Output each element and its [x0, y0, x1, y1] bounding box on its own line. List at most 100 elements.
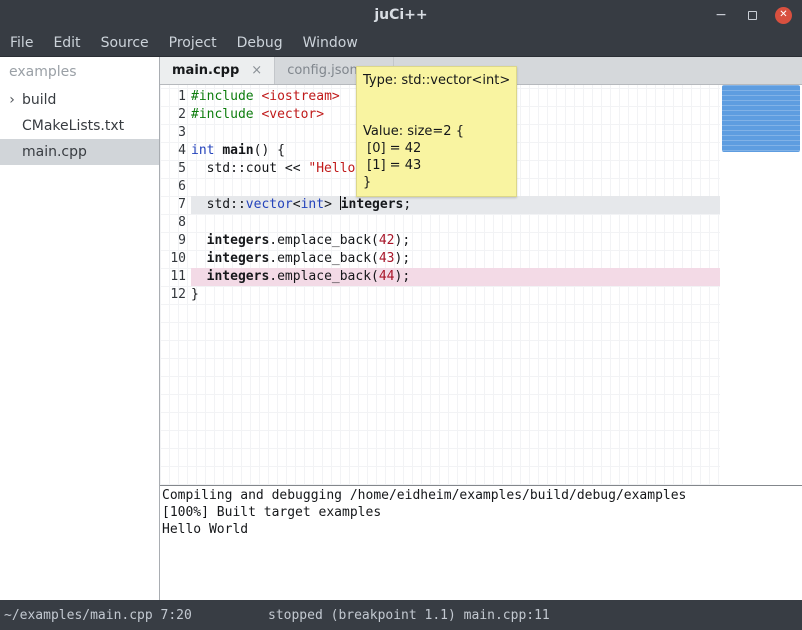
minimize-icon: −	[715, 7, 727, 23]
minimize-button[interactable]: −	[713, 7, 729, 23]
line-number: 8	[160, 214, 191, 232]
code-token: }	[191, 287, 199, 302]
line-number: 2	[160, 106, 191, 124]
menu-item-edit[interactable]: Edit	[43, 30, 90, 57]
line-number: 11	[160, 268, 191, 286]
code-token: .emplace_back(	[269, 269, 379, 284]
tooltip-line	[363, 106, 510, 123]
line-number: 10	[160, 250, 191, 268]
maximize-icon	[748, 11, 757, 20]
menu-item-window[interactable]: Window	[293, 30, 368, 57]
app-window: juCi++ − ✕ FileEditSourceProjectDebugWin…	[0, 0, 802, 630]
code-token: #include	[191, 89, 261, 104]
code-line-content: integers.emplace_back(44);	[191, 268, 720, 286]
code-token: std::	[191, 197, 246, 212]
code-token: );	[395, 269, 411, 284]
line-number: 1	[160, 88, 191, 106]
tab-label: main.cpp	[172, 63, 239, 78]
code-token: vector	[246, 197, 293, 212]
code-token: int	[301, 197, 324, 212]
menu-item-debug[interactable]: Debug	[227, 30, 293, 57]
menu-bar: FileEditSourceProjectDebugWindow	[0, 30, 802, 57]
code-token: );	[395, 233, 411, 248]
tooltip-line: Type: std::vector<int>	[363, 72, 510, 89]
sidebar-item-main-cpp[interactable]: main.cpp	[0, 139, 159, 165]
code-line: 11 integers.emplace_back(44);	[160, 268, 720, 286]
sidebar-item-build[interactable]: ›build	[0, 87, 159, 113]
debug-console[interactable]: Compiling and debugging /home/eidheim/ex…	[160, 485, 802, 600]
code-token: 42	[379, 233, 395, 248]
code-token: () {	[254, 143, 285, 158]
code-line-content: std::vector<int> integers;	[191, 196, 720, 214]
code-token	[191, 269, 207, 284]
tooltip-line: }	[363, 174, 510, 191]
tab-main-cpp[interactable]: main.cpp ×	[160, 57, 275, 84]
code-line-content: }	[191, 286, 720, 304]
code-token: );	[395, 251, 411, 266]
code-token: >	[324, 197, 340, 212]
code-line: 9 integers.emplace_back(42);	[160, 232, 720, 250]
tab-close-icon[interactable]: ×	[251, 63, 262, 78]
file-tree: ›build CMakeLists.txt main.cpp	[0, 87, 159, 165]
code-token: .emplace_back(	[269, 233, 379, 248]
menu-item-source[interactable]: Source	[91, 30, 159, 57]
project-name: examples	[0, 57, 159, 87]
debug-status: stopped (breakpoint 1.1) main.cpp:11	[268, 608, 550, 623]
code-token: main	[222, 143, 253, 158]
debug-tooltip: Type: std::vector<int>Value: size=2 { [0…	[356, 66, 517, 197]
tree-item-label: build	[22, 92, 56, 108]
menu-item-project[interactable]: Project	[159, 30, 227, 57]
sidebar-item-cmakelists-txt[interactable]: CMakeLists.txt	[0, 113, 159, 139]
status-bar: ~/examples/main.cpp 7:20 stopped (breakp…	[0, 600, 802, 630]
code-line-content: integers.emplace_back(42);	[191, 232, 720, 250]
code-line-content: integers.emplace_back(43);	[191, 250, 720, 268]
code-token: int	[191, 143, 214, 158]
line-number: 5	[160, 160, 191, 178]
code-token: <vector>	[261, 107, 324, 122]
console-line: Hello World	[162, 521, 800, 538]
line-number: 4	[160, 142, 191, 160]
overview-viewport[interactable]	[722, 85, 800, 152]
code-token: integers	[341, 197, 404, 212]
tab-label: config.json	[287, 63, 358, 78]
line-number: 12	[160, 286, 191, 304]
cursor-location: ~/examples/main.cpp 7:20	[4, 608, 192, 623]
code-token	[191, 251, 207, 266]
console-line: [100%] Built target examples	[162, 504, 800, 521]
code-line: 8	[160, 214, 720, 232]
tooltip-line: [0] = 42	[363, 140, 510, 157]
code-token: integers	[207, 233, 270, 248]
code-token	[191, 233, 207, 248]
code-token: 44	[379, 269, 395, 284]
tree-item-label: main.cpp	[22, 144, 87, 160]
title-bar: juCi++ − ✕	[0, 0, 802, 30]
code-token: 43	[379, 251, 395, 266]
line-number: 3	[160, 124, 191, 142]
code-token: integers	[207, 269, 270, 284]
chevron-right-icon[interactable]: ›	[4, 92, 20, 108]
window-controls: − ✕	[713, 0, 792, 30]
overview-panel	[720, 85, 802, 485]
maximize-button[interactable]	[744, 7, 760, 23]
close-button[interactable]: ✕	[775, 7, 792, 24]
close-icon: ✕	[779, 10, 787, 20]
tooltip-line	[363, 89, 510, 106]
code-token: <iostream>	[261, 89, 339, 104]
code-token: #include	[191, 107, 261, 122]
code-token: std::cout <<	[191, 161, 308, 176]
window-title: juCi++	[374, 7, 427, 23]
code-token: ;	[403, 197, 411, 212]
sidebar: examples ›build CMakeLists.txt main.cpp	[0, 57, 160, 600]
code-token: integers	[207, 251, 270, 266]
line-number: 9	[160, 232, 191, 250]
code-line: 7 std::vector<int> integers;	[160, 196, 720, 214]
tooltip-line: [1] = 43	[363, 157, 510, 174]
tree-item-label: CMakeLists.txt	[22, 118, 124, 134]
code-token: .emplace_back(	[269, 251, 379, 266]
line-number: 6	[160, 178, 191, 196]
line-number: 7	[160, 196, 191, 214]
menu-item-file[interactable]: File	[0, 30, 43, 57]
tooltip-line: Value: size=2 {	[363, 123, 510, 140]
code-line-content	[191, 214, 720, 232]
code-line: 12}	[160, 286, 720, 304]
